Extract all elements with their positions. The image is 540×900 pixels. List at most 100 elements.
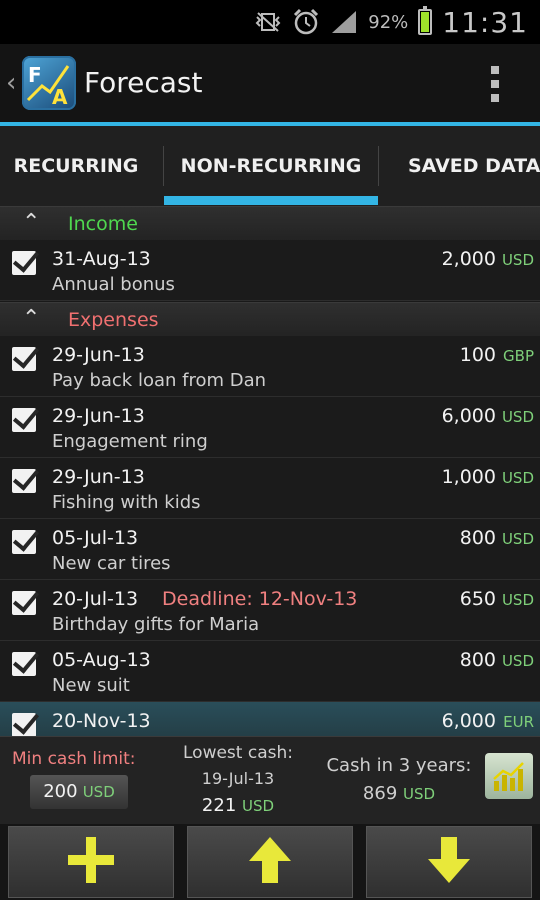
transaction-list[interactable]: ⌃ Income 31-Aug-13 Annual bonus 2,000 US… <box>0 206 540 736</box>
item-currency: USD <box>501 469 534 487</box>
battery-percent: 92% <box>368 11 409 33</box>
item-currency: USD <box>501 591 534 609</box>
min-cash-button[interactable]: 200 USD <box>30 775 128 809</box>
move-down-button[interactable] <box>366 826 532 898</box>
item-date: 05-Aug-13 <box>52 649 151 671</box>
action-bar: ‹ F A Forecast <box>0 44 540 122</box>
item-date: 31-Aug-13 <box>52 248 151 270</box>
item-date: 05-Jul-13 <box>52 527 139 549</box>
min-cash-label: Min cash limit: <box>12 749 136 769</box>
item-currency: USD <box>501 408 534 426</box>
svg-text:F: F <box>28 63 42 87</box>
add-item-button[interactable] <box>8 826 174 898</box>
vibrate-mute-icon <box>254 8 282 36</box>
item-currency: USD <box>501 530 534 548</box>
list-item[interactable]: 29-Jun-13 Fishing with kids 1,000 USD <box>0 458 540 519</box>
item-deadline: Deadline: 12-Nov-13 <box>162 588 358 610</box>
lowest-cash-amount: 221 USD <box>176 795 300 816</box>
lowest-cash-currency: USD <box>242 797 275 815</box>
item-amount: 1,000 <box>441 466 496 488</box>
tab-label: RECURRING <box>13 155 139 177</box>
list-item[interactable]: 20-Jul-13 Deadline: 12-Nov-13 Birthday g… <box>0 580 540 641</box>
list-item[interactable]: 29-Jun-13 Engagement ring 6,000 USD <box>0 397 540 458</box>
app-logo-icon[interactable]: F A <box>22 56 76 110</box>
lowest-cash-value: 221 <box>201 795 237 816</box>
chevron-up-icon[interactable]: ⌃ <box>22 210 40 235</box>
bottom-toolbar <box>0 824 540 900</box>
overflow-menu-icon[interactable] <box>490 66 500 102</box>
income-section-header[interactable]: ⌃ Income <box>0 206 540 241</box>
signal-icon <box>330 8 358 36</box>
item-amount: 800 <box>459 649 496 671</box>
item-date: 20-Nov-13 <box>52 710 151 732</box>
tab-label: NON-RECURRING <box>180 155 362 177</box>
item-description: New car tires <box>52 553 171 574</box>
item-description: Pay back loan from Dan <box>52 370 267 391</box>
battery-level <box>421 11 430 32</box>
item-amount: 6,000 <box>441 710 496 732</box>
item-date: 29-Jun-13 <box>52 344 145 366</box>
item-checkbox[interactable] <box>12 530 36 554</box>
lowest-cash-date: 19-Jul-13 <box>201 769 275 788</box>
item-description: Engagement ring <box>52 431 208 452</box>
item-checkbox[interactable] <box>12 347 36 371</box>
back-chevron-icon[interactable]: ‹ <box>6 68 16 98</box>
expenses-section-title: Expenses <box>68 309 159 331</box>
item-amount: 6,000 <box>441 405 496 427</box>
item-description: New suit <box>52 675 130 696</box>
item-currency: USD <box>501 251 534 269</box>
item-checkbox[interactable] <box>12 591 36 615</box>
item-checkbox[interactable] <box>12 652 36 676</box>
item-currency: EUR <box>503 713 534 731</box>
item-checkbox[interactable] <box>12 469 36 493</box>
item-amount: 100 <box>459 344 496 366</box>
item-checkbox[interactable] <box>12 713 36 736</box>
chevron-up-icon[interactable]: ⌃ <box>22 306 40 331</box>
alarm-clock-icon <box>292 8 320 36</box>
expenses-section-header[interactable]: ⌃ Expenses <box>0 302 540 337</box>
item-checkbox[interactable] <box>12 251 36 275</box>
tab-bar: RECURRING NON-RECURRING SAVED DATA <box>0 126 540 206</box>
cash-in-3-years-label: Cash in 3 years: <box>326 755 472 776</box>
lowest-cash-label: Lowest cash: <box>183 743 293 763</box>
item-date: 29-Jun-13 <box>52 405 145 427</box>
selected-tab-indicator <box>164 196 378 205</box>
page-title: Forecast <box>84 66 203 99</box>
item-description: Birthday gifts for Maria <box>52 614 260 635</box>
item-currency: GBP <box>503 347 534 365</box>
item-date: 29-Jun-13 <box>52 466 145 488</box>
item-description: Fishing with kids <box>52 492 201 513</box>
clock: 11:31 <box>442 5 528 39</box>
tab-divider <box>378 146 379 186</box>
svg-text:A: A <box>52 85 68 109</box>
item-amount: 2,000 <box>441 248 496 270</box>
cash-in-3-years-currency: USD <box>403 785 436 803</box>
item-currency: USD <box>501 652 534 670</box>
min-cash-currency: USD <box>82 783 115 801</box>
cash-summary-panel: Min cash limit: 200 USD Lowest cash: 19-… <box>0 736 540 825</box>
min-cash-value: 200 <box>43 781 78 802</box>
list-item[interactable]: 29-Jun-13 Pay back loan from Dan 100 GBP <box>0 336 540 397</box>
chart-icon[interactable] <box>485 753 533 799</box>
item-date: 20-Jul-13 <box>52 588 139 610</box>
list-item[interactable]: 20-Nov-13 6,000 EUR <box>0 702 540 736</box>
plus-icon <box>66 835 116 889</box>
tab-label: SAVED DATA <box>408 155 540 177</box>
cash-in-3-years-amount: 869 USD <box>326 783 472 804</box>
item-checkbox[interactable] <box>12 408 36 432</box>
battery-icon <box>418 6 433 35</box>
list-item[interactable]: 05-Jul-13 New car tires 800 USD <box>0 519 540 580</box>
item-amount: 800 <box>459 527 496 549</box>
status-bar: 92% 11:31 <box>0 0 540 44</box>
cash-in-3-years-value: 869 <box>362 783 398 804</box>
income-section-title: Income <box>68 213 138 235</box>
list-item[interactable]: 31-Aug-13 Annual bonus 2,000 USD <box>0 240 540 301</box>
item-amount: 650 <box>459 588 496 610</box>
item-description: Annual bonus <box>52 274 175 295</box>
tab-non-recurring[interactable]: NON-RECURRING <box>164 126 378 206</box>
tab-recurring[interactable]: RECURRING <box>0 126 158 206</box>
arrow-up-icon <box>245 835 295 889</box>
list-item[interactable]: 05-Aug-13 New suit 800 USD <box>0 641 540 702</box>
move-up-button[interactable] <box>187 826 353 898</box>
tab-saved-data[interactable]: SAVED DATA <box>408 126 540 206</box>
